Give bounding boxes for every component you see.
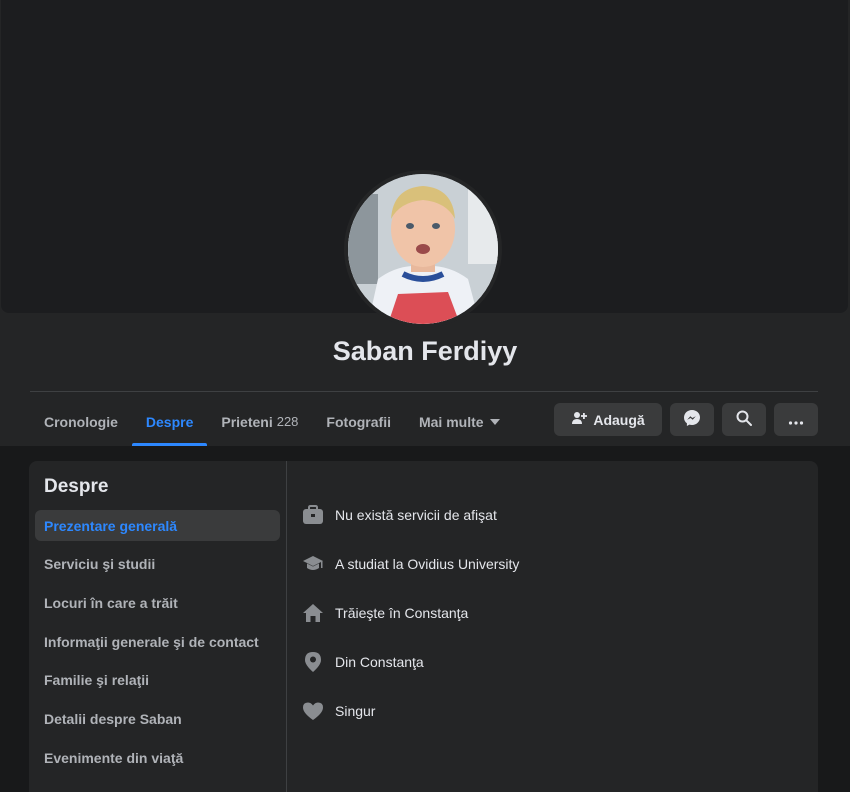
info-row-hometown: Din Constanţa xyxy=(301,637,818,686)
search-icon xyxy=(736,410,752,429)
search-button[interactable] xyxy=(722,403,766,436)
location-pin-icon xyxy=(301,650,325,674)
tab-photos[interactable]: Fotografii xyxy=(312,397,405,446)
graduation-cap-icon xyxy=(301,552,325,576)
sidebar-item-life-events[interactable]: Evenimente din viaţă xyxy=(35,742,280,773)
sidebar-item-places-lived[interactable]: Locuri în care a trăit xyxy=(35,587,280,618)
tab-label: Despre xyxy=(145,413,194,430)
info-row-work: Nu există servicii de afişat xyxy=(301,490,818,539)
friends-count: 228 xyxy=(276,414,299,429)
more-button[interactable] xyxy=(774,403,818,436)
about-overview: Nu există servicii de afişat A studiat l… xyxy=(287,461,818,792)
sidebar-item-family[interactable]: Familie şi relaţii xyxy=(35,665,280,696)
briefcase-icon xyxy=(301,503,325,527)
home-icon xyxy=(301,601,325,625)
tab-label: Mai multe xyxy=(418,413,484,430)
profile-name: Saban Ferdiyy xyxy=(332,336,518,366)
info-text: Nu există servicii de afişat xyxy=(335,506,497,523)
tab-friends[interactable]: Prieteni 228 xyxy=(207,397,312,446)
add-friend-button[interactable]: Adaugă xyxy=(554,403,662,436)
messenger-icon xyxy=(683,409,701,430)
tab-label: Prieteni xyxy=(221,413,273,430)
caret-down-icon xyxy=(489,418,500,425)
messenger-button[interactable] xyxy=(670,403,714,436)
about-card: Despre Prezentare generală Serviciu şi s… xyxy=(29,461,818,792)
info-text: A studiat la Ovidius University xyxy=(335,555,520,572)
profile-tabs: Cronologie Despre Prieteni 228 Fotografi… xyxy=(30,397,514,446)
header-divider xyxy=(30,391,818,392)
sidebar-item-details[interactable]: Detalii despre Saban xyxy=(35,703,280,734)
more-icon xyxy=(788,412,804,428)
add-friend-label: Adaugă xyxy=(593,411,645,428)
info-text: Singur xyxy=(335,702,376,719)
tab-about[interactable]: Despre xyxy=(131,397,208,446)
sidebar-item-contact-info[interactable]: Informaţii generale şi de contact xyxy=(35,626,280,657)
tab-label: Cronologie xyxy=(44,413,118,430)
tab-more[interactable]: Mai multe xyxy=(405,397,514,446)
add-friend-icon xyxy=(571,410,588,429)
avatar-photo xyxy=(348,174,498,324)
profile-avatar[interactable] xyxy=(344,170,502,328)
info-row-relationship: Singur xyxy=(301,686,818,735)
about-title: Despre xyxy=(44,476,109,497)
info-text: Trăieşte în Constanţa xyxy=(335,604,469,621)
sidebar-item-overview[interactable]: Prezentare generală xyxy=(35,510,280,541)
info-text: Din Constanţa xyxy=(335,653,424,670)
info-row-current-city: Trăieşte în Constanţa xyxy=(301,588,818,637)
profile-page: Saban Ferdiyy Cronologie Despre Prieteni… xyxy=(0,0,850,792)
about-sidebar: Despre Prezentare generală Serviciu şi s… xyxy=(29,461,287,792)
profile-header: Saban Ferdiyy Cronologie Despre Prieteni… xyxy=(0,0,850,446)
heart-icon xyxy=(301,699,325,723)
profile-actions: Adaugă xyxy=(554,403,818,436)
info-row-education: A studiat la Ovidius University xyxy=(301,539,818,588)
tab-timeline[interactable]: Cronologie xyxy=(30,397,132,446)
sidebar-item-work-education[interactable]: Serviciu şi studii xyxy=(35,549,280,580)
tab-label: Fotografii xyxy=(326,413,391,430)
